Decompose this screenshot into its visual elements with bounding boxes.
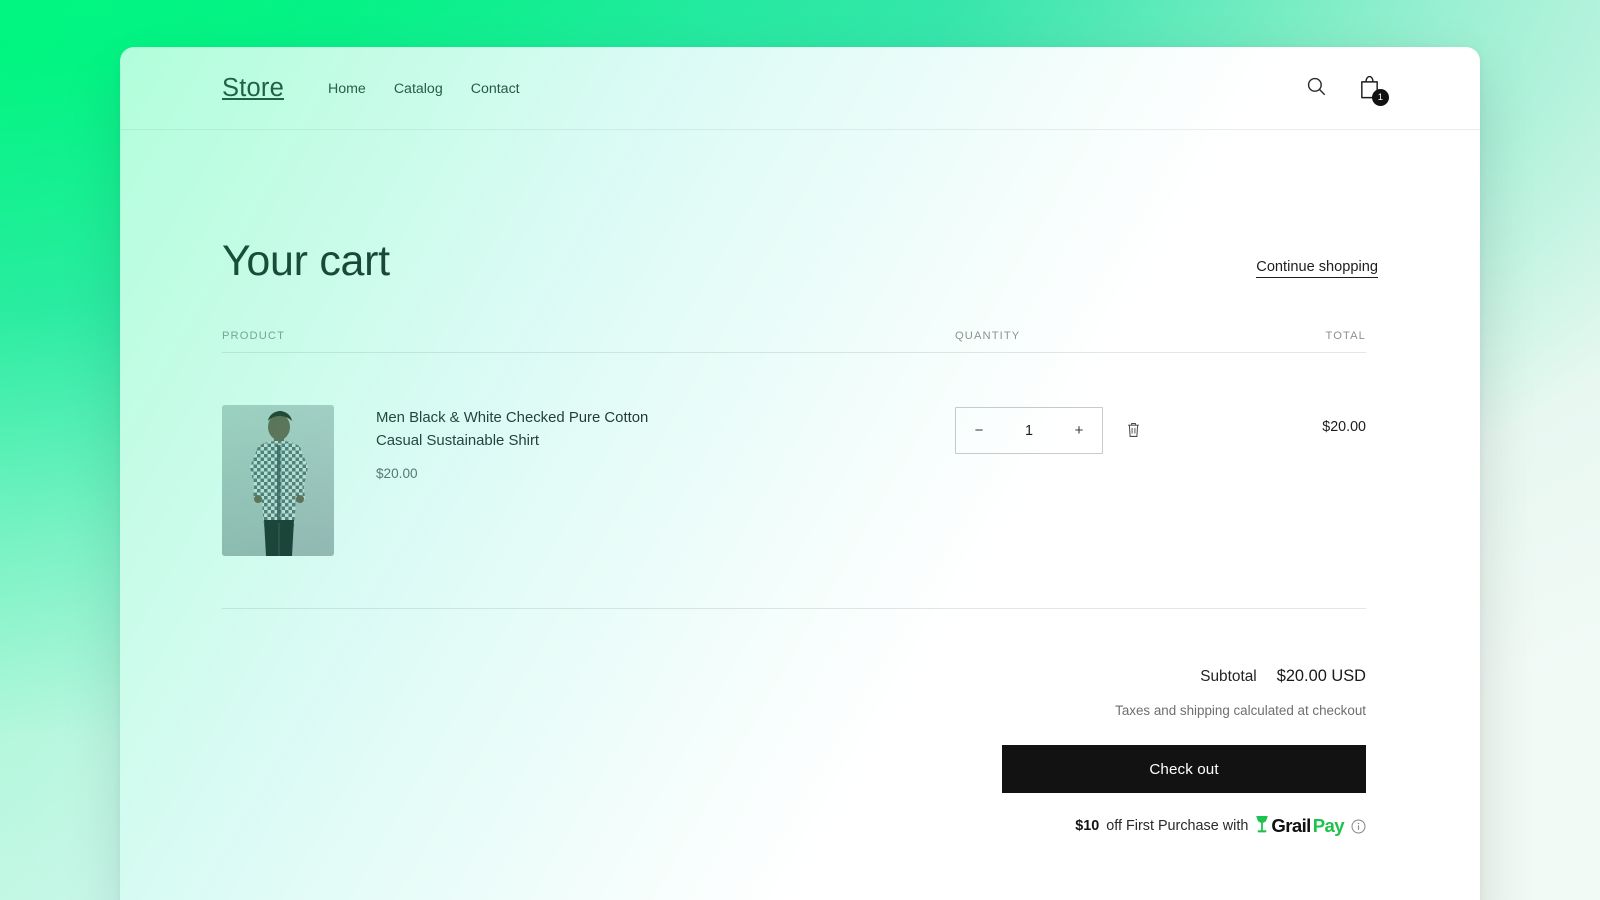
page-title: Your cart [222, 237, 390, 285]
checkout-button[interactable]: Check out [1002, 745, 1366, 794]
nav-item-home[interactable]: Home [326, 75, 368, 103]
nav-item-contact[interactable]: Contact [469, 75, 522, 103]
header-actions: 1 [1295, 47, 1390, 129]
cart-button[interactable]: 1 [1348, 67, 1390, 109]
column-header-total: TOTAL [1325, 330, 1366, 343]
cart-table-header: PRODUCT QUANTITY TOTAL [222, 330, 1366, 354]
quantity-increase-button[interactable]: + [1056, 408, 1102, 453]
browser-window: Store Home Catalog Contact 1 Your cart C… [120, 47, 1480, 900]
tax-shipping-note: Taxes and shipping calculated at checkou… [1115, 703, 1366, 719]
promo-discount-amount: $10 [1075, 818, 1100, 835]
subtotal-row: Subtotal $20.00 USD [1200, 667, 1366, 686]
cart-item-product-cell: Men Black & White Checked Pure Cotton Ca… [222, 405, 955, 557]
cart-page: Your cart Continue shopping PRODUCT QUAN… [120, 130, 1480, 900]
cart-totals: Subtotal $20.00 USD Taxes and shipping c… [222, 609, 1366, 838]
cart-table: PRODUCT QUANTITY TOTAL Men Black & White… [222, 330, 1366, 610]
quantity-input[interactable] [1002, 422, 1056, 439]
store-logo[interactable]: Store [222, 74, 284, 103]
table-row: Men Black & White Checked Pure Cotton Ca… [222, 353, 1366, 610]
grailpay-promo-banner[interactable]: $10 off First Purchase with Grail Pay [1075, 814, 1366, 838]
column-header-quantity: QUANTITY [955, 330, 1021, 343]
subtotal-label: Subtotal [1200, 668, 1257, 686]
desktop-background: Store Home Catalog Contact 1 Your cart C… [0, 0, 1600, 900]
product-details: Men Black & White Checked Pure Cotton Ca… [376, 405, 666, 556]
remove-item-button[interactable] [1121, 418, 1145, 444]
site-header: Store Home Catalog Contact 1 [120, 47, 1480, 130]
grail-goblet-icon [1255, 814, 1269, 838]
info-circle-icon[interactable] [1351, 819, 1366, 834]
cart-item-count-badge: 1 [1372, 89, 1389, 106]
nav-item-catalog[interactable]: Catalog [392, 75, 445, 103]
men-checked-shirt-photo [222, 405, 334, 557]
search-button[interactable] [1295, 67, 1337, 109]
product-title-link[interactable]: Men Black & White Checked Pure Cotton Ca… [376, 407, 666, 452]
product-thumbnail[interactable] [222, 405, 334, 557]
continue-shopping-link[interactable]: Continue shopping [1256, 259, 1378, 279]
product-unit-price: $20.00 [376, 466, 418, 482]
grailpay-logo-grail: Grail [1271, 815, 1311, 837]
promo-text: off First Purchase with [1106, 818, 1249, 835]
cart-item-quantity-cell: − + [955, 405, 1246, 455]
cart-item-line-total: $20.00 [1322, 419, 1366, 436]
grailpay-logo-pay: Pay [1312, 815, 1345, 837]
cart-header-row: Your cart Continue shopping [222, 130, 1378, 285]
quantity-stepper: − + [955, 407, 1103, 455]
column-header-product: PRODUCT [222, 330, 286, 343]
grailpay-logo: Grail Pay [1255, 814, 1345, 838]
search-icon [1306, 76, 1327, 100]
primary-navigation: Home Catalog Contact [326, 73, 522, 103]
quantity-decrease-button[interactable]: − [956, 408, 1002, 453]
trash-icon [1126, 421, 1141, 441]
subtotal-value: $20.00 USD [1276, 667, 1366, 686]
